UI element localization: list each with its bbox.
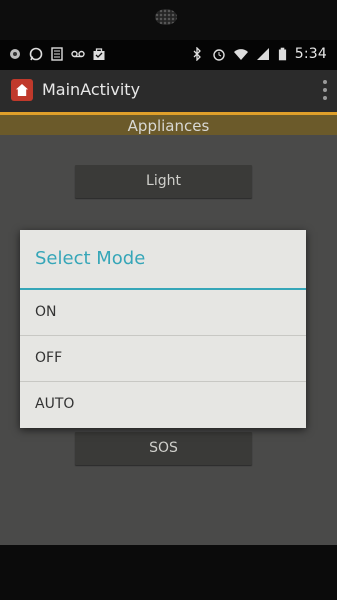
battery-icon: [278, 47, 286, 61]
option-label: AUTO: [35, 396, 75, 412]
mode-option-on[interactable]: ON: [20, 290, 306, 335]
alarm-icon: [213, 49, 225, 61]
calendar-icon: [51, 47, 63, 61]
app-home-icon[interactable]: [11, 79, 33, 101]
bag-icon: [93, 48, 105, 60]
appliances-header: Appliances: [0, 115, 337, 135]
signal-icon: [256, 48, 269, 60]
notification-icon: [10, 49, 20, 59]
option-label: ON: [35, 304, 57, 320]
voicemail-icon: [71, 50, 85, 58]
status-right-icons: 5:34: [190, 46, 327, 62]
sos-button[interactable]: SOS: [75, 432, 252, 465]
option-label: OFF: [35, 350, 63, 366]
bluetooth-icon: [193, 47, 201, 61]
mode-option-auto[interactable]: AUTO: [20, 382, 306, 427]
app-title: MainActivity: [42, 80, 141, 99]
action-bar: MainActivity: [0, 70, 337, 114]
light-button[interactable]: Light: [75, 165, 252, 198]
mode-option-off[interactable]: OFF: [20, 336, 306, 381]
whatsapp-icon: [29, 47, 43, 61]
status-bar: 5:34: [0, 40, 337, 70]
phone-speaker: [155, 9, 177, 25]
wifi-icon: [233, 49, 248, 60]
select-mode-dialog: Select Mode ON OFF AUTO: [20, 230, 306, 428]
dialog-title: Select Mode: [35, 248, 146, 269]
status-left-icons: [8, 47, 106, 61]
overflow-menu-icon[interactable]: [323, 80, 329, 100]
status-time: 5:34: [294, 46, 327, 62]
phone-bottom-bezel: [0, 545, 337, 600]
